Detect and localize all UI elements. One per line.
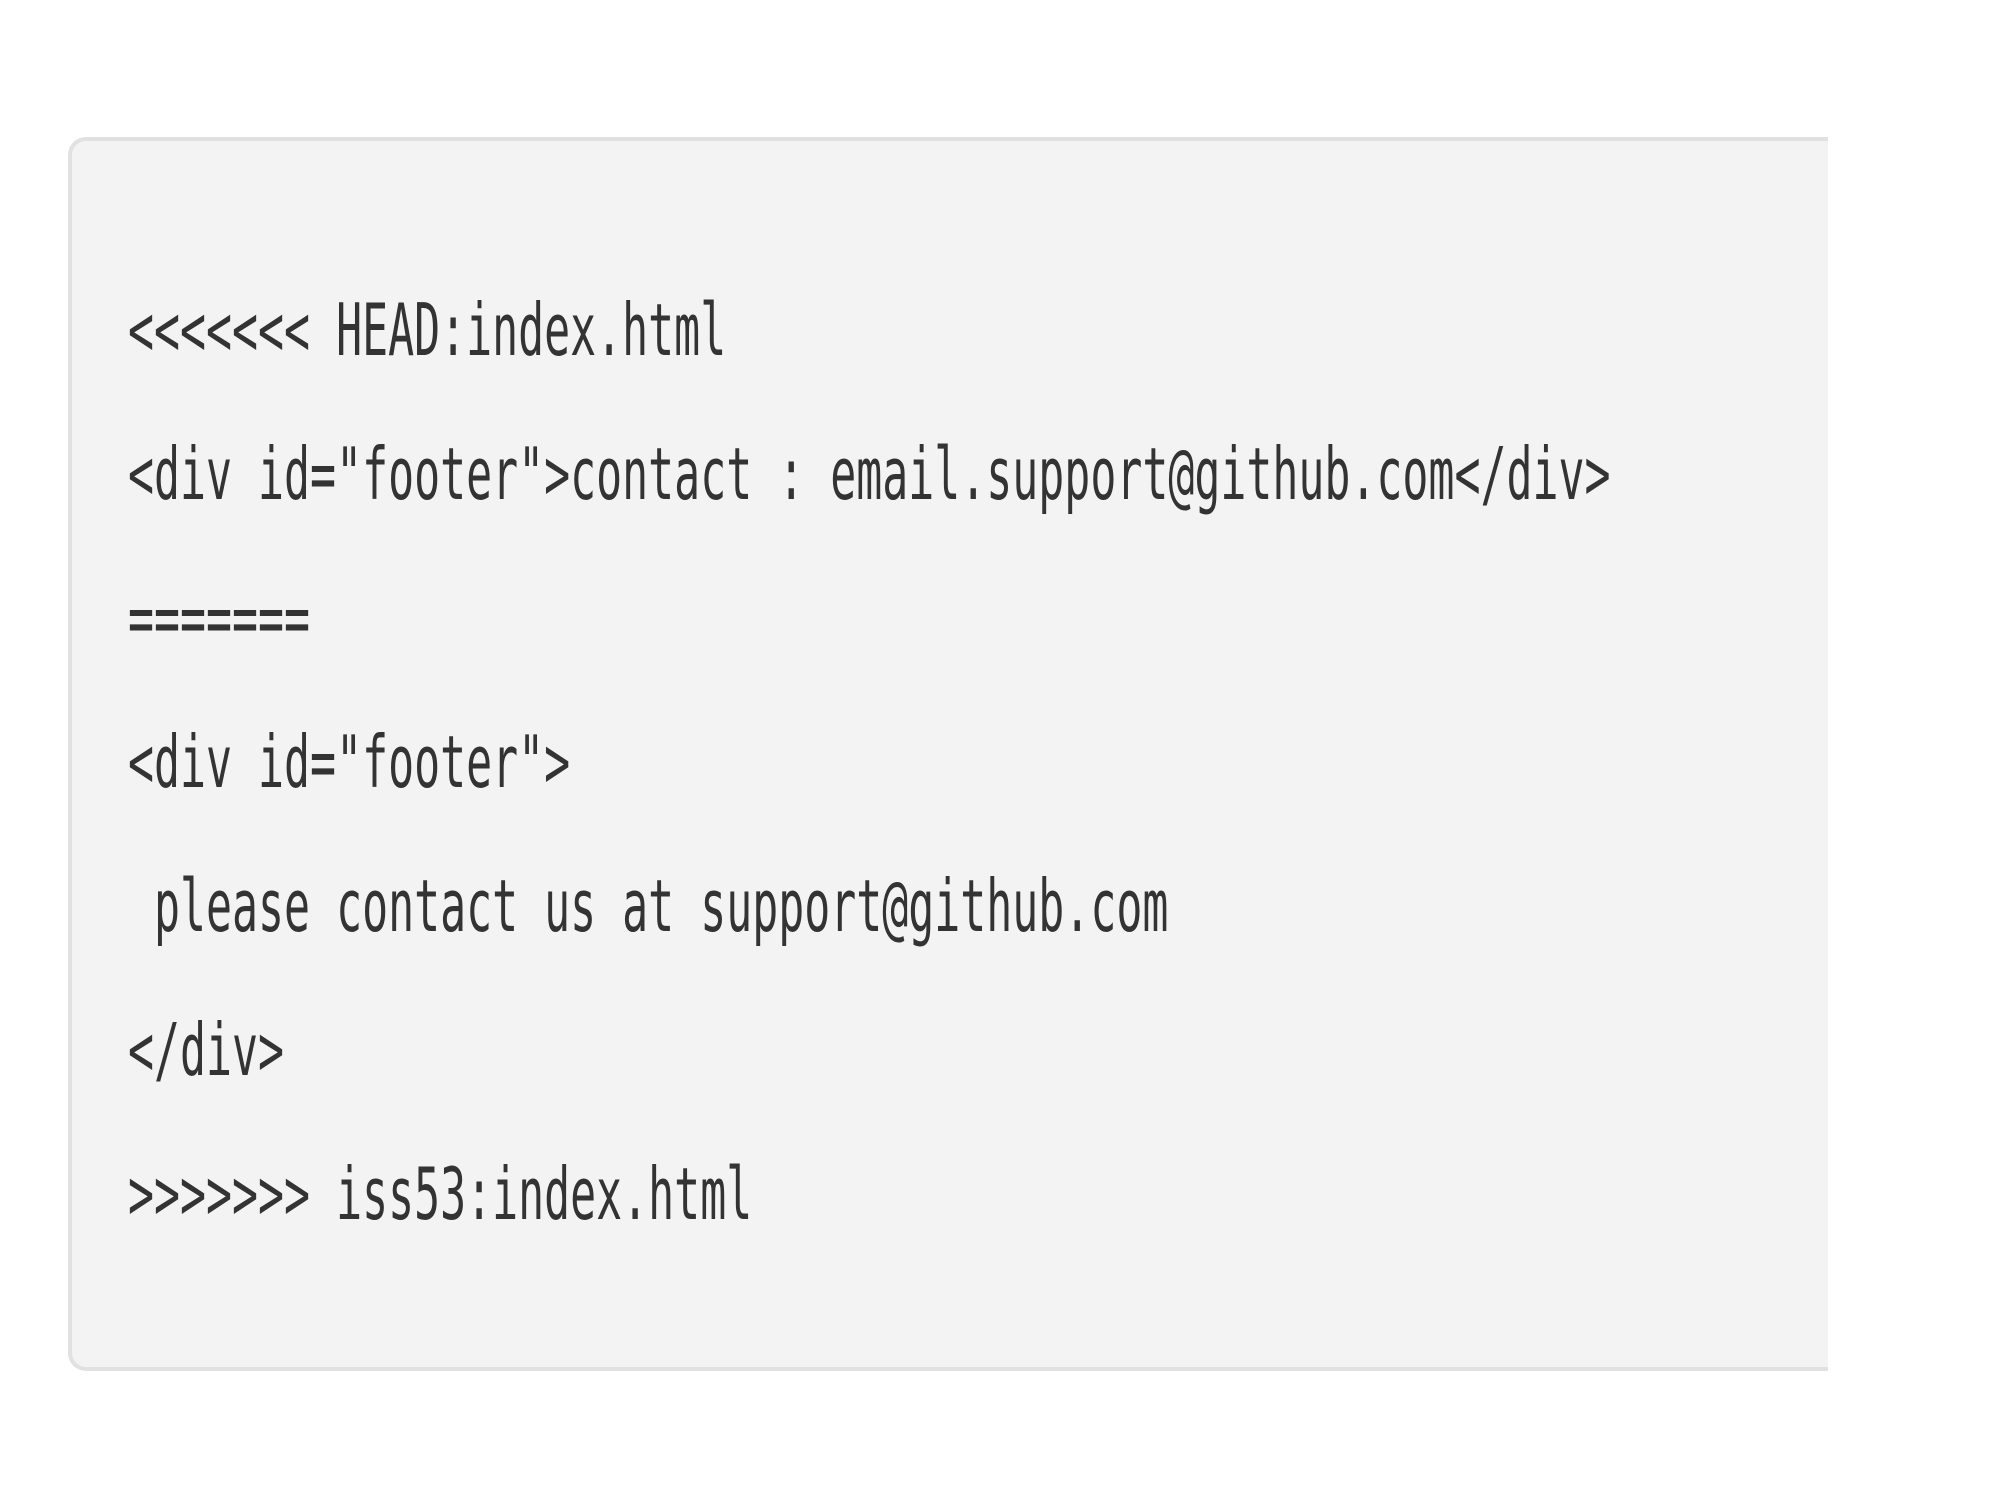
- branch-footer-open-line: <div id="footer">: [128, 720, 571, 804]
- branch-footer-close-line: </div>: [128, 1008, 285, 1092]
- code-block: <<<<<<< HEAD:index.html <div id="footer"…: [68, 137, 1828, 1371]
- conflict-separator-line: =======: [128, 576, 311, 660]
- conflict-marker-head-line: <<<<<<< HEAD:index.html: [128, 288, 727, 372]
- branch-footer-text-line: please contact us at support@github.com: [128, 864, 1169, 948]
- conflict-marker-branch-line: >>>>>>> iss53:index.html: [128, 1152, 753, 1236]
- head-footer-code-line: <div id="footer">contact : email.support…: [128, 432, 1611, 516]
